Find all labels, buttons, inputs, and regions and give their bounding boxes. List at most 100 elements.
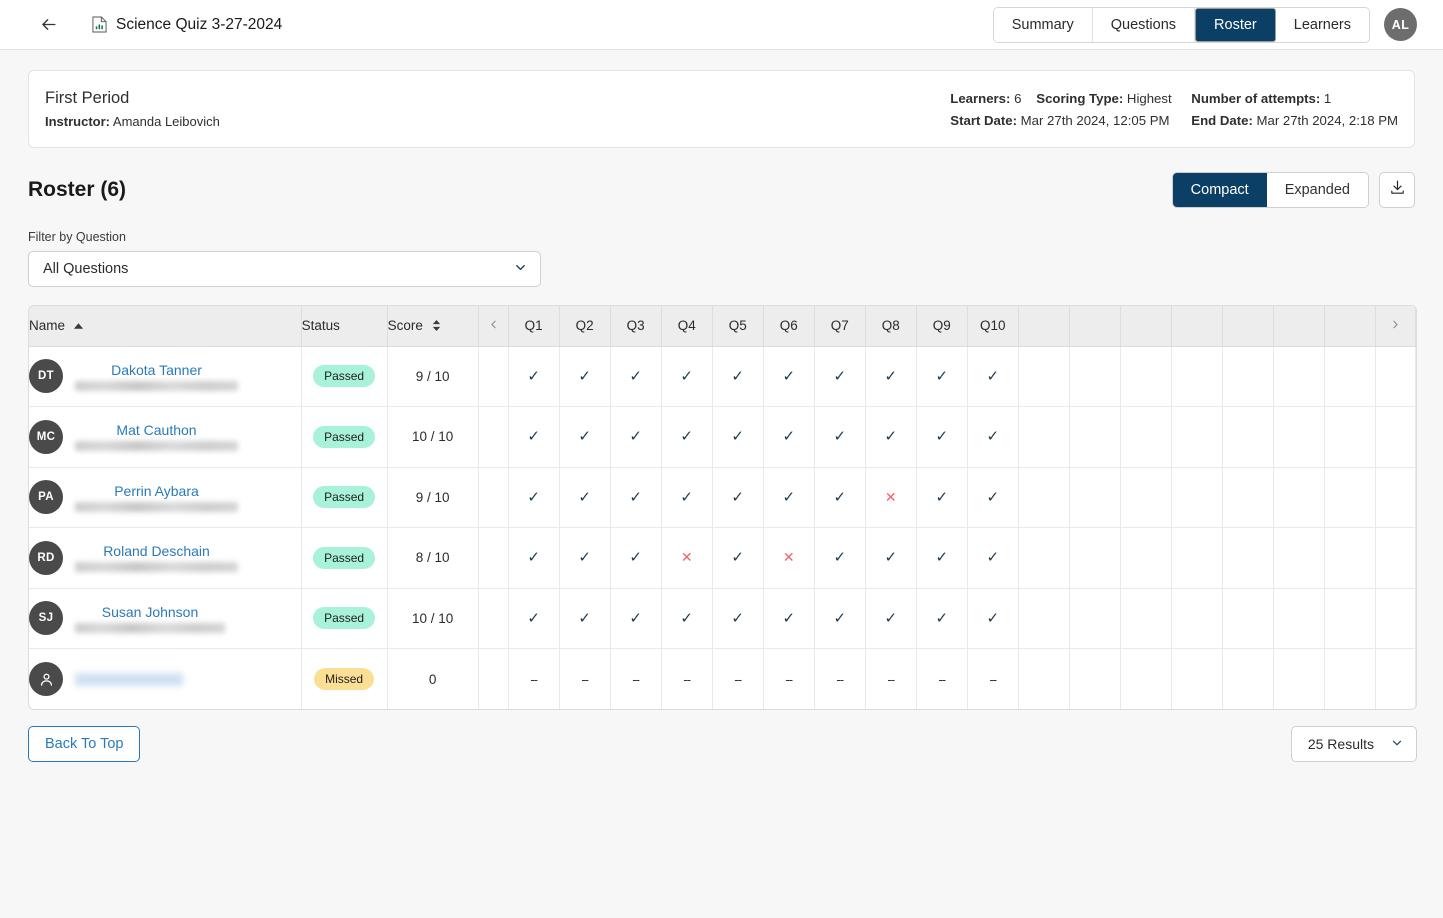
- check-icon: ✓: [935, 367, 949, 385]
- cell-q1-result: --: [508, 648, 560, 709]
- check-icon: ✓: [578, 549, 591, 567]
- cell-empty-3: [1120, 467, 1172, 528]
- tab-summary[interactable]: Summary: [993, 7, 1093, 42]
- cell-empty-1: [1018, 588, 1070, 649]
- tab-questions[interactable]: Questions: [1092, 7, 1196, 42]
- cell-empty-2: [1069, 588, 1121, 649]
- column-header-empty-7: [1324, 306, 1376, 347]
- learner-name-link[interactable]: Dakota Tanner: [75, 362, 238, 378]
- back-to-top-button[interactable]: Back To Top: [28, 726, 141, 762]
- instructor-line: Instructor: Amanda Leibovich: [45, 114, 220, 129]
- learner-cell: RD Roland Deschain: [29, 540, 301, 575]
- cell-q10-result: ✓: [967, 346, 1019, 407]
- caret-up-icon: [73, 318, 84, 333]
- quiz-document-icon: [92, 16, 107, 33]
- learner-email-redacted: [75, 441, 238, 452]
- no-answer-dash: --: [581, 671, 589, 687]
- check-icon: ✓: [833, 549, 847, 567]
- cell-q1-result: ✓: [508, 588, 560, 649]
- check-icon: ✓: [833, 488, 847, 506]
- cell-empty-1: [1018, 467, 1070, 528]
- table-footer: Back To Top 25 Results: [28, 726, 1417, 762]
- cell-score: 10 / 10: [387, 588, 479, 649]
- cell-q10-result: ✓: [967, 467, 1019, 528]
- download-button[interactable]: [1379, 172, 1415, 208]
- cell-end-spacer: [1375, 648, 1416, 709]
- cell-q7-result: ✓: [814, 346, 866, 407]
- results-per-page-value: 25 Results: [1307, 736, 1374, 752]
- roster-table: Name Status Score Q1 Q2 Q3 Q4 Q5 Q6 Q7 Q…: [29, 306, 1416, 709]
- header-actions: Summary Questions Roster Learners AL: [992, 6, 1427, 43]
- check-icon: ✓: [731, 428, 744, 446]
- check-icon: ✓: [833, 428, 847, 446]
- end-date-label: End Date:: [1191, 112, 1253, 128]
- cell-q8-result: ✓: [865, 527, 917, 589]
- learner-name-link[interactable]: Roland Deschain: [75, 543, 238, 559]
- cell-nav-spacer: [478, 588, 509, 649]
- roster-heading: Roster (6): [28, 178, 127, 201]
- check-icon: ✓: [578, 609, 591, 627]
- column-header-q1: Q1: [508, 306, 560, 347]
- cell-empty-7: [1324, 406, 1376, 468]
- scroll-left-button[interactable]: [478, 306, 509, 347]
- cell-q10-result: ✓: [967, 406, 1019, 468]
- learner-name-link[interactable]: [75, 672, 183, 686]
- cell-q2-result: --: [559, 648, 611, 709]
- expanded-view-button[interactable]: Expanded: [1266, 173, 1368, 207]
- back-arrow-icon[interactable]: [34, 11, 62, 39]
- check-icon: ✓: [884, 367, 898, 385]
- learner-email-redacted: [75, 622, 225, 633]
- cell-empty-7: [1324, 527, 1376, 589]
- check-icon: ✓: [731, 609, 744, 627]
- page-title: Science Quiz 3-27-2024: [116, 15, 283, 33]
- cell-empty-3: [1120, 648, 1172, 709]
- column-header-score[interactable]: Score: [387, 306, 479, 347]
- cell-q8-result: ✓: [865, 588, 917, 649]
- user-avatar[interactable]: AL: [1384, 8, 1417, 41]
- column-header-empty-6: [1273, 306, 1325, 347]
- check-icon: ✓: [884, 428, 898, 446]
- table-row: PA Perrin Aybara Passed 9 / 10 ✓ ✓ ✓ ✓ ✓ ✓ ✓ ✕ ✓ ✓: [29, 467, 1416, 528]
- question-filter-select[interactable]: All Questions: [28, 251, 541, 287]
- start-date-value: Mar 27th 2024, 12:05 PM: [1020, 112, 1170, 128]
- check-icon: ✓: [782, 367, 796, 385]
- cell-status: Missed: [301, 648, 388, 709]
- quiz-info-card: First Period Instructor: Amanda Leibovic…: [28, 70, 1415, 148]
- cell-learner: RD Roland Deschain: [29, 527, 302, 589]
- compact-view-button[interactable]: Compact: [1172, 173, 1267, 207]
- start-date-label: Start Date:: [950, 112, 1017, 128]
- table-row: RD Roland Deschain Passed 8 / 10 ✓ ✓ ✓ ✕ ✓ ✕ ✓ ✓ ✓ ✓: [29, 527, 1416, 589]
- status-badge: Passed: [313, 607, 376, 630]
- cell-q6-result: ✓: [763, 406, 815, 468]
- learner-email-redacted: [75, 562, 238, 573]
- cell-empty-4: [1171, 346, 1223, 407]
- cell-q7-result: ✓: [814, 406, 866, 468]
- cell-empty-5: [1222, 467, 1274, 528]
- learner-name-link[interactable]: Susan Johnson: [75, 604, 225, 620]
- cell-q1-result: ✓: [508, 527, 560, 589]
- cross-icon: ✕: [884, 488, 897, 505]
- cell-q9-result: --: [916, 648, 968, 709]
- tab-roster[interactable]: Roster: [1195, 7, 1276, 42]
- scroll-right-button[interactable]: [1375, 306, 1416, 347]
- roster-table-container: Name Status Score Q1 Q2 Q3 Q4 Q5 Q6 Q7 Q…: [28, 305, 1417, 710]
- period-block: First Period Instructor: Amanda Leibovic…: [45, 89, 220, 129]
- check-icon: ✓: [782, 609, 796, 627]
- cell-end-spacer: [1375, 467, 1416, 528]
- learner-name-link[interactable]: Mat Cauthon: [75, 422, 238, 438]
- cell-q10-result: --: [967, 648, 1019, 709]
- cell-nav-spacer: [478, 406, 509, 468]
- column-header-name[interactable]: Name: [29, 306, 302, 347]
- cell-q9-result: ✓: [916, 467, 968, 528]
- tab-learners[interactable]: Learners: [1275, 7, 1369, 42]
- check-icon: ✓: [680, 488, 693, 506]
- cell-status: Passed: [301, 406, 388, 468]
- results-per-page-select[interactable]: 25 Results: [1290, 726, 1417, 762]
- cell-end-spacer: [1375, 527, 1416, 589]
- cell-q9-result: ✓: [916, 406, 968, 468]
- no-answer-dash: --: [836, 671, 844, 687]
- caret-up-down-icon: [431, 319, 442, 332]
- cell-q1-result: ✓: [508, 406, 560, 468]
- learners-value: 6: [1014, 90, 1022, 106]
- learner-name-link[interactable]: Perrin Aybara: [75, 483, 238, 499]
